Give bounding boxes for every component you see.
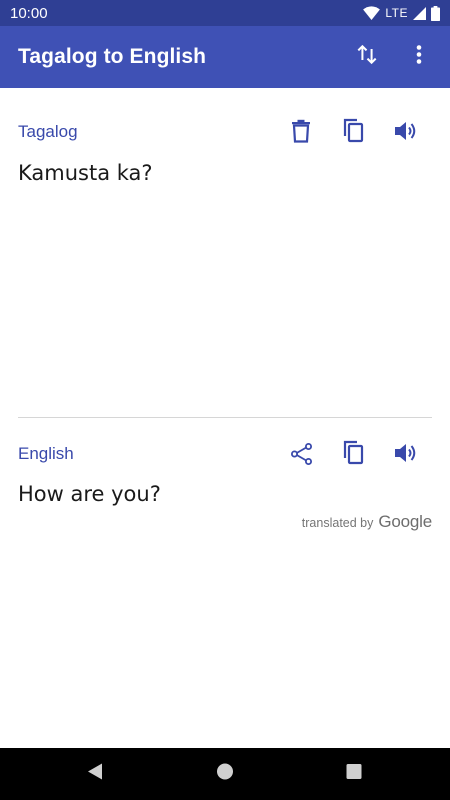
speaker-icon [395, 444, 416, 462]
network-type: LTE [385, 6, 408, 20]
app-title: Tagalog to English [18, 45, 207, 68]
status-time: 10:00 [10, 4, 48, 22]
status-icons: LTE [363, 5, 440, 21]
share-button[interactable] [290, 442, 314, 471]
back-icon [88, 763, 102, 780]
delete-icon [292, 119, 310, 143]
share-icon [291, 443, 312, 465]
home-icon [217, 763, 233, 780]
swap-languages-icon [357, 44, 377, 65]
google-logo: Google [378, 512, 432, 531]
target-panel: English How are you? translated by Googl… [0, 418, 450, 748]
copy-icon [343, 118, 364, 143]
delete-button[interactable] [290, 119, 312, 148]
home-button[interactable] [216, 763, 234, 786]
copy-translation-button[interactable] [341, 440, 365, 471]
navigation-bar [0, 748, 450, 800]
speak-button[interactable] [394, 120, 418, 147]
more-options-button[interactable] [409, 44, 429, 71]
app-bar: Tagalog to English [0, 26, 450, 88]
attribution-prefix: translated by [301, 516, 374, 530]
attribution: translated by Google [302, 512, 432, 532]
speaker-icon [395, 122, 416, 140]
source-language-label[interactable]: Tagalog [18, 122, 78, 142]
more-vert-icon [416, 45, 422, 64]
recents-icon [346, 764, 362, 779]
copy-button[interactable] [341, 118, 365, 149]
status-bar: 10:00 LTE [0, 0, 450, 26]
source-text[interactable]: Kamusta ka? [18, 161, 153, 185]
signal-icon [413, 6, 426, 20]
copy-icon [343, 440, 364, 465]
recents-button[interactable] [345, 763, 363, 786]
back-button[interactable] [86, 763, 104, 786]
speak-translation-button[interactable] [394, 442, 418, 469]
wifi-icon [363, 6, 381, 20]
swap-languages-button[interactable] [356, 44, 378, 71]
target-language-label[interactable]: English [18, 444, 74, 464]
battery-icon [431, 5, 440, 21]
source-panel: Tagalog Kamusta ka? [0, 88, 450, 418]
target-text: How are you? [18, 482, 161, 506]
